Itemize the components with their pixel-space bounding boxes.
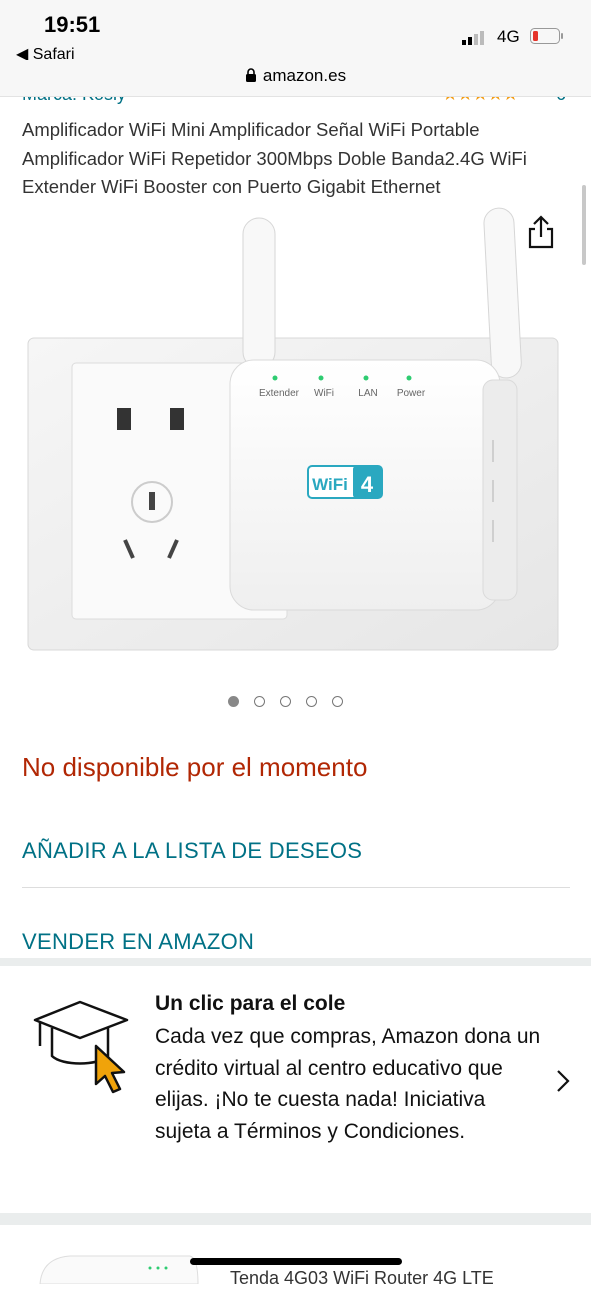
add-to-wishlist-link[interactable]: AÑADIR A LA LISTA DE DESEOS	[22, 838, 362, 864]
product-image[interactable]: Extender WiFi LAN Power WiFi 4	[25, 200, 565, 670]
carousel-dot[interactable]	[306, 696, 317, 707]
product-title: Amplificador WiFi Mini Amplificador Seña…	[22, 119, 527, 197]
socket-hole	[170, 408, 184, 430]
router-thumbnail[interactable]	[30, 1244, 200, 1284]
related-product-title[interactable]: Tenda 4G03 WiFi Router 4G LTE	[230, 1268, 494, 1289]
led-label: WiFi	[314, 388, 334, 399]
status-bar: 19:51 ◀ Safari 4G	[0, 0, 591, 63]
carousel-dot[interactable]	[280, 696, 291, 707]
lock-icon	[245, 68, 256, 82]
repeater-side	[482, 379, 518, 601]
socket-hole	[149, 492, 155, 510]
section-separator	[0, 958, 591, 966]
share-icon[interactable]	[526, 214, 556, 250]
svg-text:WiFi: WiFi	[312, 475, 348, 494]
carousel-dot[interactable]	[332, 696, 343, 707]
battery-icon	[530, 28, 563, 44]
carousel-dot[interactable]	[254, 696, 265, 707]
availability-status: No disponible por el momento	[22, 752, 368, 782]
socket-hole	[117, 408, 131, 430]
sell-on-amazon-link[interactable]: VENDER EN AMAZON	[22, 929, 254, 955]
clock: 19:51	[44, 12, 101, 37]
promo-description: Cada vez que compras, Amazon dona un cré…	[155, 1025, 541, 1143]
divider	[22, 887, 570, 888]
url-text: amazon.es	[262, 66, 347, 85]
led-label: Extender	[259, 388, 300, 399]
graduation-cap-icon	[33, 1000, 129, 1094]
signal-strength-icon	[462, 31, 484, 45]
carousel-dot[interactable]	[228, 696, 239, 707]
antenna-left	[242, 217, 276, 369]
led-label: Power	[397, 388, 426, 399]
svg-text:4: 4	[361, 472, 374, 497]
promo-title: Un clic para el cole	[155, 992, 346, 1015]
home-indicator[interactable]	[190, 1258, 402, 1265]
network-type: 4G	[497, 27, 520, 46]
section-separator	[0, 1213, 591, 1225]
chevron-right-icon[interactable]	[555, 1068, 571, 1094]
address-bar-overlay: amazon.es	[0, 60, 591, 97]
led-label: LAN	[358, 388, 377, 399]
image-carousel-dots[interactable]	[228, 694, 358, 710]
scrollbar[interactable]	[582, 185, 586, 265]
